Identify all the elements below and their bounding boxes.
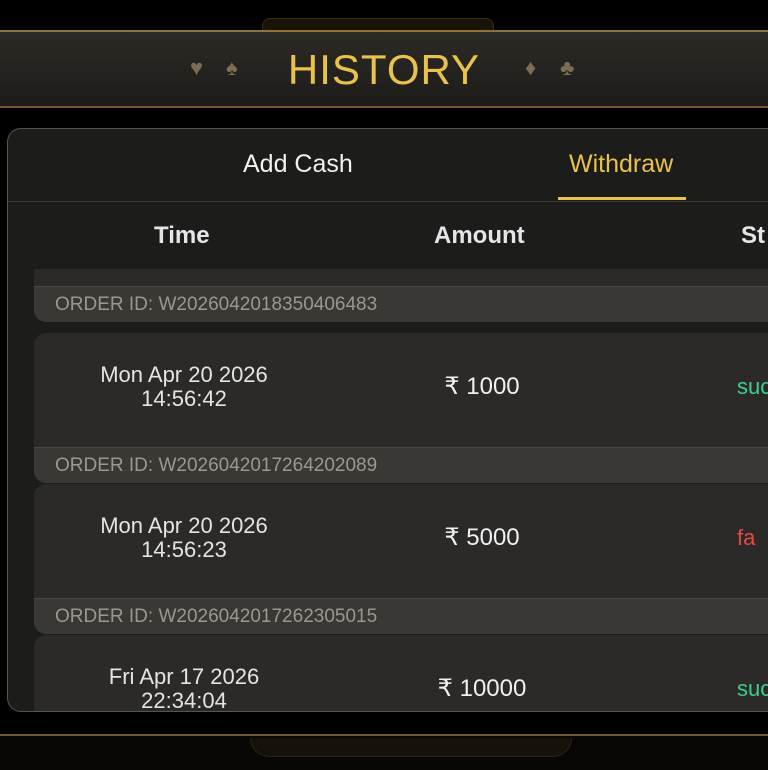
record-date: Mon Apr 20 2026: [100, 513, 268, 538]
order-id: ORDER ID: W2026042017264202089: [34, 447, 768, 483]
history-header: ♥ ♠ HISTORY ♦ ♣: [0, 30, 768, 108]
transaction-list[interactable]: ORDER ID: W2026042018350406483 Mon Apr 2…: [34, 269, 768, 712]
status-badge: suc: [737, 374, 768, 399]
tab-bar: Add Cash Withdraw: [8, 129, 768, 202]
record-time: 14:56:42: [141, 386, 227, 411]
order-id: ORDER ID: W2026042017262305015: [34, 598, 768, 634]
record-date: Mon Apr 20 2026: [100, 362, 268, 387]
record-time: 14:56:23: [141, 537, 227, 562]
tab-add-cash[interactable]: Add Cash: [243, 149, 353, 179]
record-amount: ₹ 5000: [444, 524, 520, 551]
status-badge: fa: [737, 525, 756, 550]
record-amount: ₹ 10000: [437, 675, 527, 702]
tab-withdraw[interactable]: Withdraw: [569, 149, 673, 179]
diamond-icon: ♦: [525, 55, 537, 80]
record-date: Fri Apr 17 2026: [108, 664, 260, 689]
bottom-frame: [0, 734, 768, 770]
column-header-time: Time: [154, 222, 210, 249]
list-item: ORDER ID: W2026042018350406483: [34, 269, 768, 322]
list-item: Fri Apr 17 2026 22:34:04 ₹ 10000 suc: [34, 635, 768, 712]
top-frame: [0, 0, 768, 31]
column-header-status: St: [741, 222, 765, 249]
status-badge: suc: [737, 676, 768, 701]
list-item: Mon Apr 20 2026 14:56:42 ₹ 1000 suc ORDE…: [34, 333, 768, 483]
club-icon: ♣: [560, 55, 575, 80]
page-title: HISTORY: [287, 46, 481, 93]
record-time: 22:34:04: [141, 688, 227, 712]
active-tab-indicator: [558, 197, 686, 200]
order-id: ORDER ID: W2026042018350406483: [34, 286, 768, 322]
column-header-amount: Amount: [434, 222, 525, 249]
list-item: Mon Apr 20 2026 14:56:23 ₹ 5000 fa ORDER…: [34, 484, 768, 634]
record-amount: ₹ 1000: [444, 373, 520, 400]
history-panel: Add Cash Withdraw Time Amount St ORDER I…: [7, 128, 768, 712]
bottom-frame-ornament: [250, 738, 572, 757]
